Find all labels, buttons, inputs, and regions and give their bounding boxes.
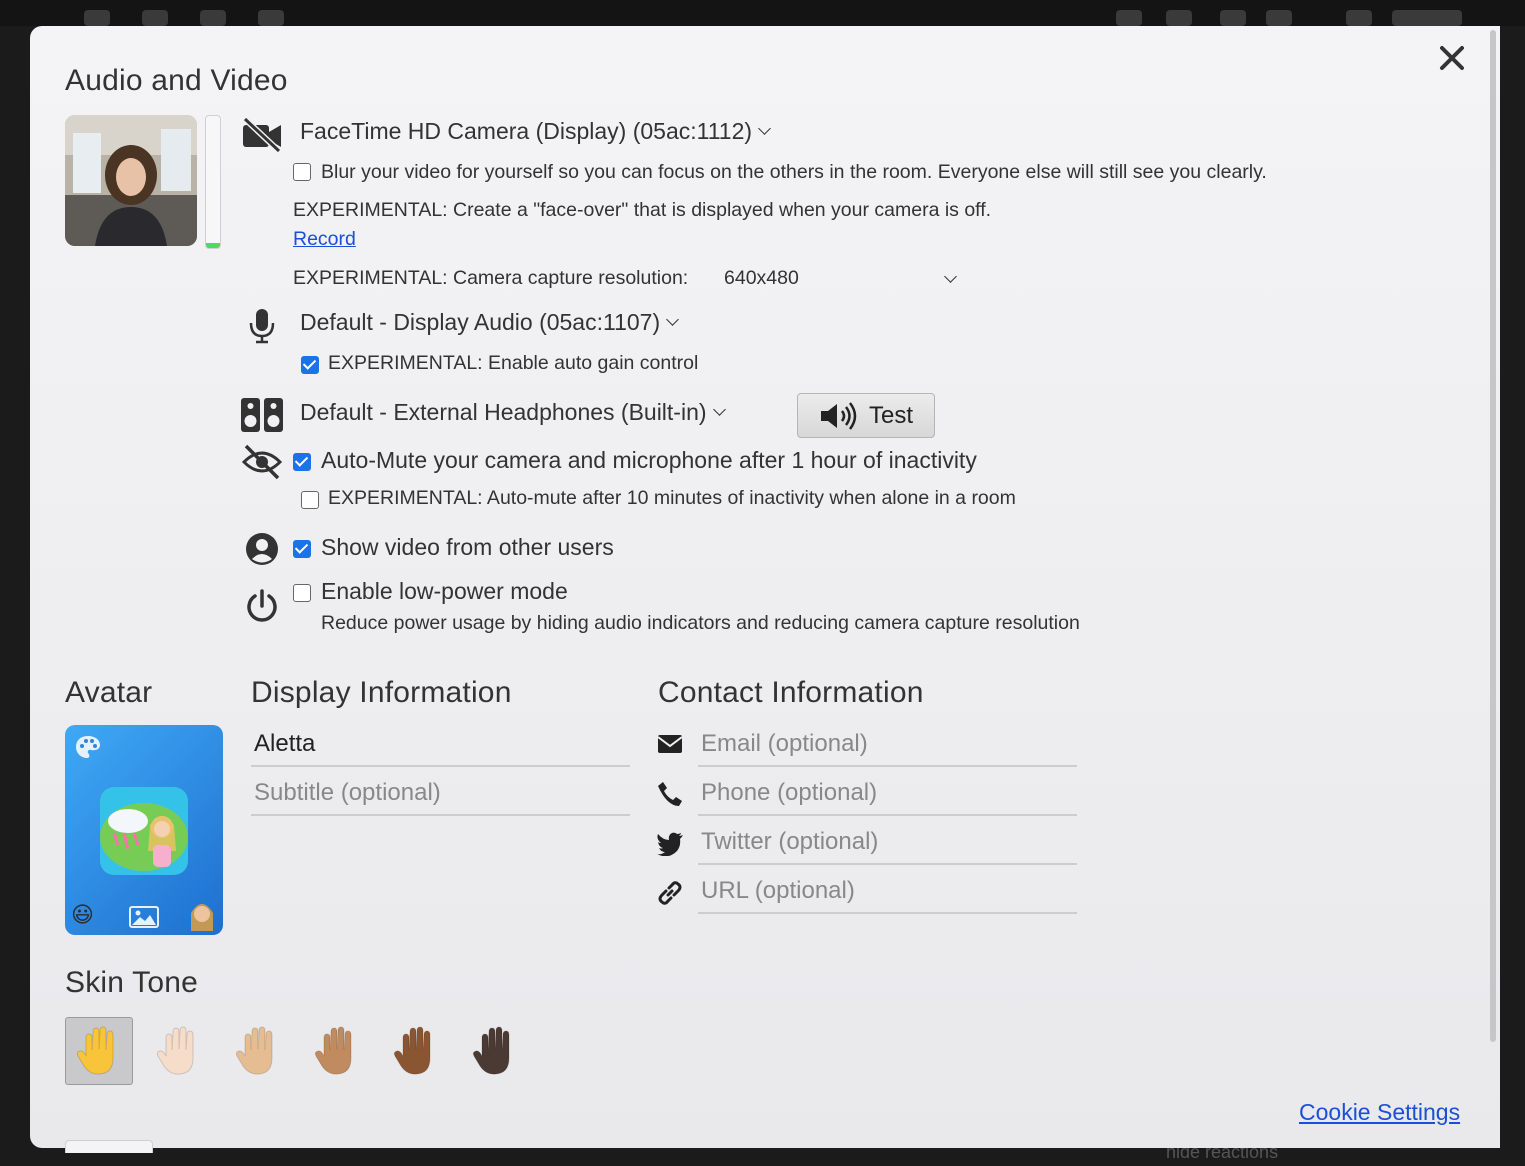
image-icon[interactable] [129, 906, 159, 928]
twitter-icon [657, 832, 683, 856]
background-icon [1116, 10, 1142, 26]
camera-preview [65, 115, 197, 246]
chevron-down-icon [666, 313, 679, 326]
skin-tone-option[interactable] [303, 1017, 371, 1085]
speakers-icon [241, 398, 283, 432]
microphone-icon [249, 309, 275, 344]
record-link[interactable]: Record [293, 228, 356, 251]
email-field[interactable]: Email (optional) [698, 727, 1077, 767]
close-icon[interactable] [1436, 42, 1468, 74]
phone-field[interactable]: Phone (optional) [698, 776, 1077, 816]
user-circle-icon [246, 533, 278, 565]
phone-icon [658, 782, 682, 806]
avatar-image [100, 787, 188, 875]
avatar-title: Avatar [65, 676, 153, 709]
background-icon [1220, 10, 1246, 26]
display-name-value: Aletta [254, 730, 316, 757]
phone-placeholder: Phone (optional) [701, 779, 878, 806]
background-icon [1346, 10, 1372, 26]
envelope-icon [657, 735, 683, 753]
auto-gain-label: EXPERIMENTAL: Enable auto gain control [328, 352, 699, 374]
raised-hand-icon [393, 1026, 431, 1075]
microphone-select[interactable]: Default - Display Audio (05ac:1107) [300, 309, 679, 336]
background-icon [84, 10, 110, 26]
eye-slash-icon [241, 444, 283, 480]
email-placeholder: Email (optional) [701, 730, 868, 757]
auto-mute-alone-checkbox[interactable] [301, 491, 319, 509]
speaker-select[interactable]: Default - External Headphones (Built-in) [300, 399, 726, 426]
background-icon [1266, 10, 1292, 26]
background-icon [1166, 10, 1192, 26]
show-video-checkbox[interactable] [293, 540, 311, 558]
contact-info-title: Contact Information [658, 676, 924, 709]
power-icon [247, 589, 277, 622]
background-icon [142, 10, 168, 26]
settings-modal [30, 26, 1500, 1148]
palette-icon[interactable] [75, 735, 101, 759]
resolution-label: EXPERIMENTAL: Camera capture resolution: [293, 267, 689, 289]
modal-scrollbar[interactable] [1490, 30, 1496, 1042]
low-power-description: Reduce power usage by hiding audio indic… [321, 612, 1080, 634]
auto-mute-checkbox[interactable] [293, 453, 311, 471]
auto-mute-label: Auto-Mute your camera and microphone aft… [321, 447, 977, 473]
test-button-label: Test [868, 401, 913, 429]
camera-device-label: FaceTime HD Camera (Display) (05ac:1112) [300, 118, 753, 144]
avatar-card[interactable]: 😃 [65, 725, 223, 935]
background-button [1392, 10, 1462, 26]
url-placeholder: URL (optional) [701, 877, 855, 904]
subtitle-placeholder: Subtitle (optional) [254, 779, 441, 806]
background-toolbar [0, 0, 1525, 26]
twitter-placeholder: Twitter (optional) [701, 828, 879, 855]
raised-hand-icon [156, 1026, 194, 1075]
resolution-value: 640x480 [724, 267, 799, 289]
audio-video-title: Audio and Video [65, 64, 288, 97]
raised-hand-icon [472, 1026, 510, 1075]
microphone-device-label: Default - Display Audio (05ac:1107) [300, 309, 661, 335]
skin-tone-option[interactable] [145, 1017, 213, 1085]
camera-off-icon [242, 117, 282, 153]
volume-icon [820, 401, 857, 430]
skin-tone-option[interactable] [382, 1017, 450, 1085]
test-speaker-button[interactable]: Test [797, 393, 935, 438]
skin-tone-title: Skin Tone [65, 966, 199, 999]
background-icon [200, 10, 226, 26]
resolution-select[interactable]: 640x480 [724, 267, 957, 290]
skin-tone-option[interactable] [65, 1017, 133, 1085]
raised-hand-icon [314, 1026, 352, 1075]
emoji-icon[interactable]: 😃 [71, 903, 94, 928]
display-name-field[interactable]: Aletta [251, 727, 630, 767]
skin-tone-option[interactable] [461, 1017, 529, 1085]
url-field[interactable]: URL (optional) [698, 874, 1077, 914]
show-video-label: Show video from other users [321, 534, 614, 560]
camera-select[interactable]: FaceTime HD Camera (Display) (05ac:1112) [300, 118, 771, 145]
display-info-title: Display Information [251, 676, 512, 709]
speaker-device-label: Default - External Headphones (Built-in) [300, 399, 707, 425]
bitmoji-icon[interactable] [187, 899, 217, 931]
low-power-label: Enable low-power mode [321, 578, 568, 604]
low-power-checkbox[interactable] [293, 584, 311, 602]
blur-video-checkbox[interactable] [293, 163, 311, 181]
bottom-button-edge[interactable] [65, 1140, 153, 1153]
chevron-down-icon [944, 270, 957, 283]
skin-tone-option[interactable] [224, 1017, 292, 1085]
link-icon [658, 881, 682, 905]
chevron-down-icon [758, 122, 771, 135]
blur-video-label: Blur your video for yourself so you can … [321, 161, 1267, 183]
background-icon [258, 10, 284, 26]
audio-level-meter [205, 115, 221, 249]
subtitle-field[interactable]: Subtitle (optional) [251, 776, 630, 816]
faceover-label: EXPERIMENTAL: Create a "face-over" that … [293, 199, 992, 221]
cookie-settings-link[interactable]: Cookie Settings [1299, 1099, 1460, 1126]
auto-gain-checkbox[interactable] [301, 356, 319, 374]
twitter-field[interactable]: Twitter (optional) [698, 825, 1077, 865]
chevron-down-icon [712, 403, 726, 416]
auto-mute-alone-label: EXPERIMENTAL: Auto-mute after 10 minutes… [328, 487, 1016, 509]
raised-hand-icon [235, 1026, 273, 1075]
audio-level-fill [206, 242, 220, 248]
raised-hand-icon [76, 1026, 114, 1075]
